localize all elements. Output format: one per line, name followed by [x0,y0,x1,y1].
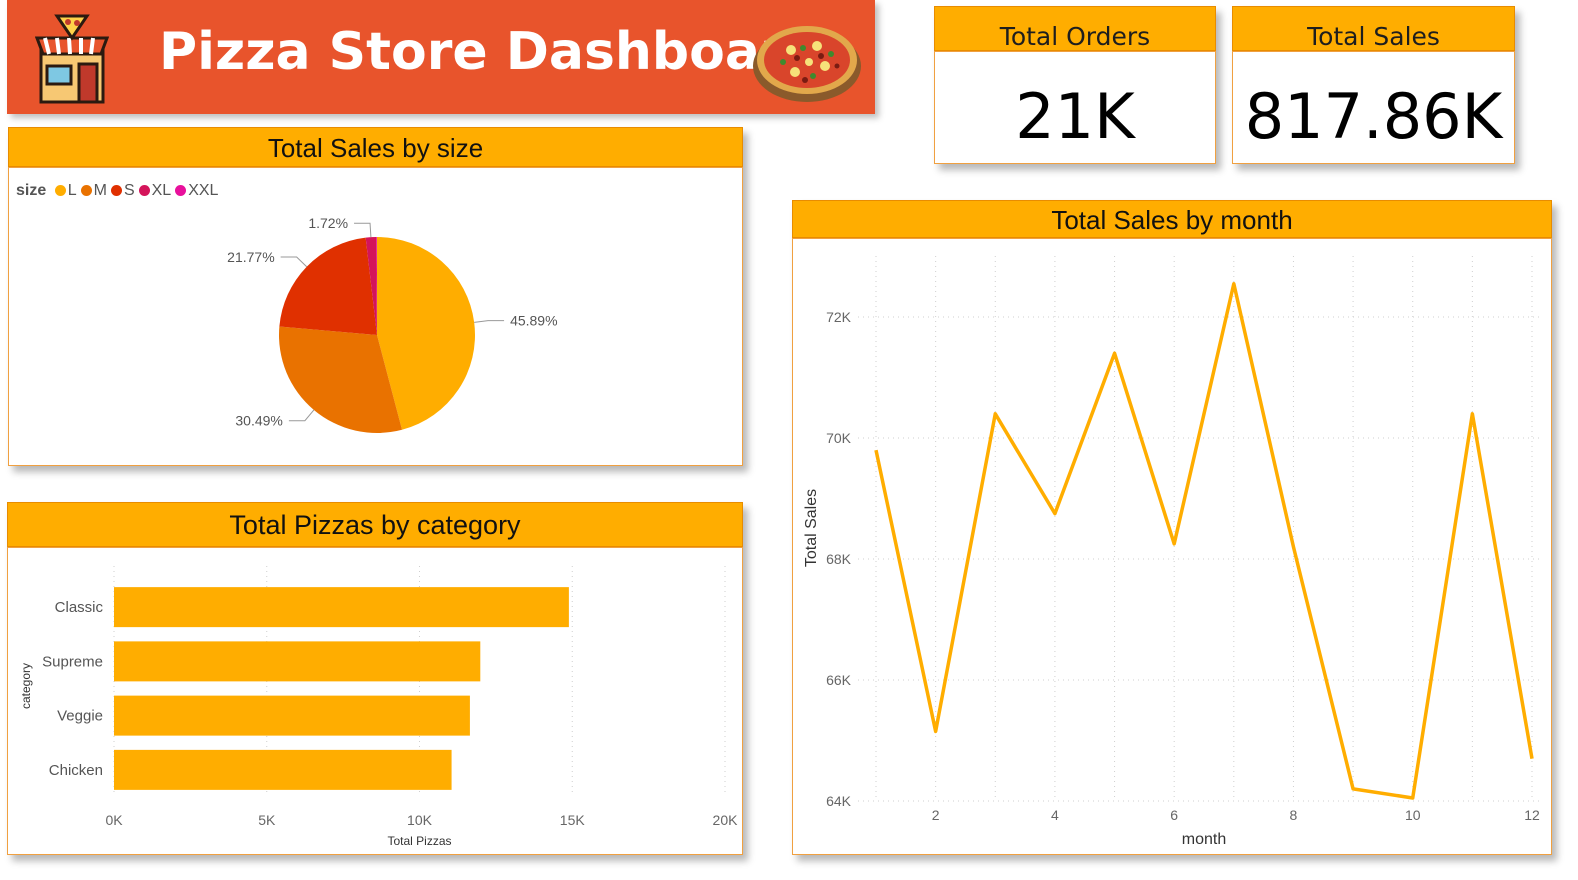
series-line [874,281,1534,800]
y-tick-label: 64K [826,793,852,809]
y-tick-label: 66K [826,672,852,688]
x-tick-label: 12 [1524,807,1540,823]
y-tick-label: 68K [826,551,852,567]
x-tick-label: 4 [1051,807,1059,823]
y-tick-label: 72K [826,309,852,325]
line-chart: 64K 66K 68K 70K 72K 2 4 6 8 10 12 month Total Sales [803,256,1540,848]
x-tick-label: 2 [932,807,940,823]
y-tick-label: 70K [826,430,852,446]
y-axis-title: Total Sales [803,489,820,567]
x-axis-title: month [1182,831,1226,848]
x-tick-label: 6 [1170,807,1178,823]
x-tick-label: 8 [1290,807,1298,823]
x-tick-label: 10 [1405,807,1421,823]
